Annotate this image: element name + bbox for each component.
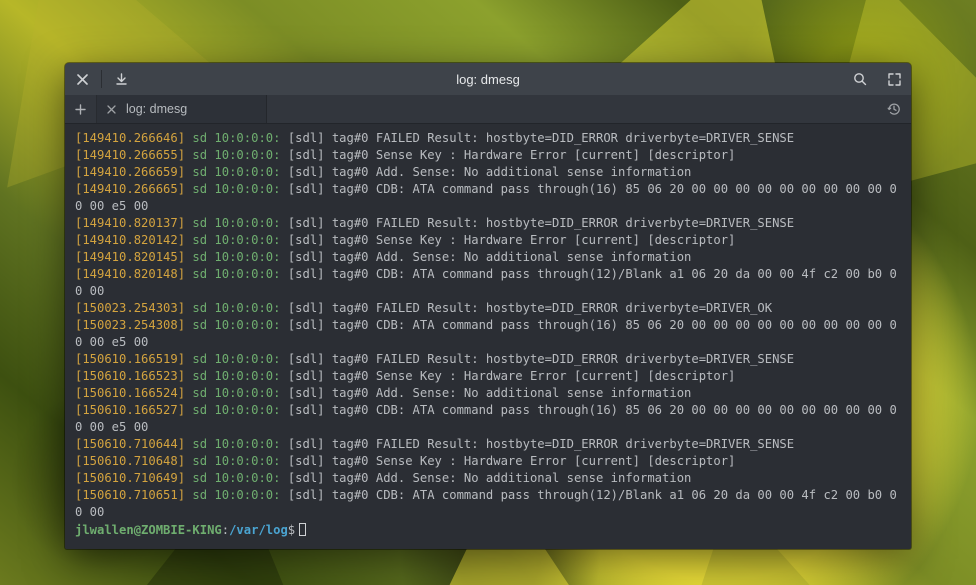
close-icon <box>107 105 116 114</box>
close-icon <box>77 74 88 85</box>
tab-log-dmesg[interactable]: log: dmesg <box>97 95 267 123</box>
history-button[interactable] <box>877 95 911 123</box>
terminal-output[interactable]: [149410.266646] sd 10:0:0:0: [sdl] tag#0… <box>65 124 911 549</box>
tab-bar: log: dmesg <box>65 95 911 124</box>
history-icon <box>887 102 901 116</box>
maximize-button[interactable] <box>877 63 911 95</box>
titlebar[interactable]: log: dmesg <box>65 63 911 95</box>
search-icon <box>853 72 867 86</box>
search-button[interactable] <box>843 63 877 95</box>
cursor <box>299 523 306 536</box>
close-window-button[interactable] <box>65 63 99 95</box>
titlebar-separator <box>101 70 102 88</box>
window-title: log: dmesg <box>65 72 911 87</box>
download-button[interactable] <box>104 63 138 95</box>
new-tab-button[interactable] <box>65 95 97 123</box>
plus-icon <box>75 104 86 115</box>
tab-label: log: dmesg <box>126 102 187 116</box>
expand-icon <box>888 73 901 86</box>
terminal-window: log: dmesg log: dmesg <box>65 63 911 549</box>
download-icon <box>115 73 128 86</box>
tab-close-button[interactable] <box>107 105 116 114</box>
